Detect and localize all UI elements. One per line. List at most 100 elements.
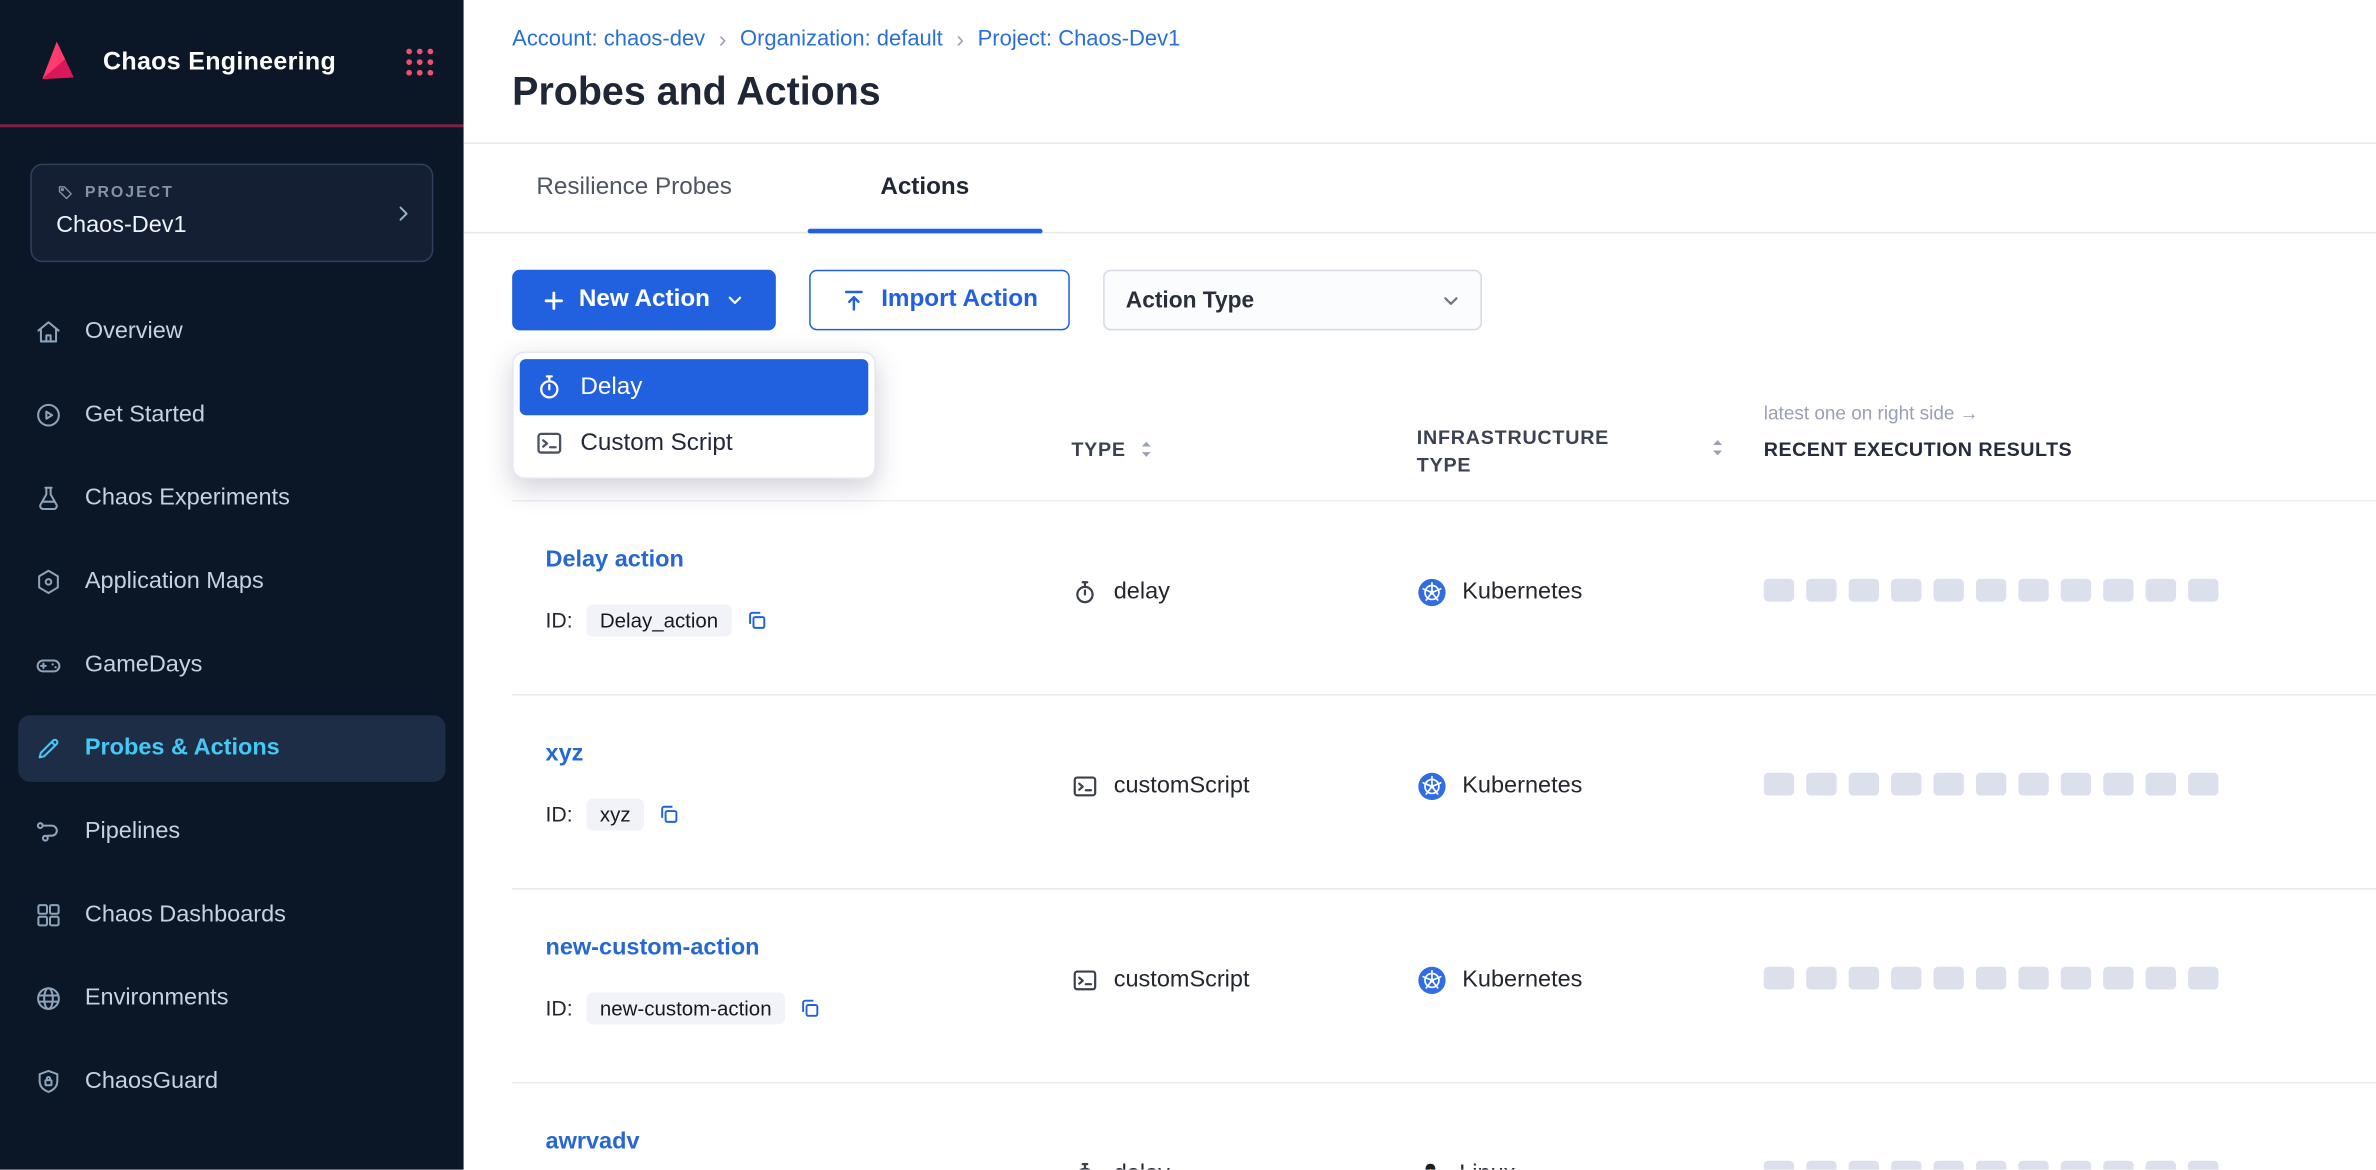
- execution-result-slot: [2061, 579, 2091, 602]
- action-name-link[interactable]: new-custom-action: [546, 933, 760, 962]
- action-name-link[interactable]: Delay action: [546, 546, 684, 575]
- action-id-chip: xyz: [586, 798, 644, 830]
- action-id-chip: Delay_action: [586, 604, 732, 636]
- app-window: Chaos Engineering PROJECT Chaos-Dev1: [0, 0, 2376, 1170]
- tab-actions[interactable]: Actions: [808, 144, 1042, 232]
- type-value: customScript: [1114, 966, 1250, 993]
- sidebar-item-get-started[interactable]: Get Started: [18, 382, 445, 449]
- execution-result-slot: [2018, 1161, 2048, 1170]
- chevron-down-icon: [725, 291, 743, 309]
- execution-result-slot: [2146, 967, 2176, 990]
- sidebar-header: Chaos Engineering: [0, 0, 464, 127]
- copy-icon[interactable]: [658, 802, 681, 825]
- brand-title: Chaos Engineering: [103, 48, 385, 77]
- execution-result-slot: [1806, 579, 1836, 602]
- table-row: awrvadv delay Linux: [512, 1083, 2376, 1169]
- actions-table: Delay action ID: Delay_action delay Kube…: [512, 500, 2376, 1170]
- globe-icon: [33, 983, 63, 1013]
- type-cell: delay: [1071, 1155, 1170, 1170]
- chevron-down-icon: [1441, 290, 1461, 310]
- recent-execution-results: [1764, 967, 2219, 990]
- sidebar-item-gamedays[interactable]: GameDays: [18, 632, 445, 699]
- sidebar-item-label: Get Started: [85, 402, 205, 429]
- type-cell: customScript: [1071, 961, 1249, 999]
- execution-result-slot: [2188, 1161, 2218, 1170]
- sidebar-item-chaos-dashboards[interactable]: Chaos Dashboards: [18, 882, 445, 949]
- sidebar: Chaos Engineering PROJECT Chaos-Dev1: [0, 0, 464, 1170]
- action-id-row: ID: xyz: [546, 797, 681, 830]
- action-id-row: ID: new-custom-action: [546, 991, 822, 1024]
- sidebar-item-label: Pipelines: [85, 818, 180, 845]
- sidebar-item-probes-actions[interactable]: Probes & Actions: [18, 715, 445, 782]
- kubernetes-icon: [1417, 771, 1447, 801]
- column-header-infrastructure: INFRASTRUCTURE TYPE: [1417, 424, 1647, 479]
- breadcrumb-separator-icon: [719, 28, 727, 51]
- execution-result-slot: [1934, 773, 1964, 796]
- tab-resilience-probes[interactable]: Resilience Probes: [524, 144, 744, 232]
- infrastructure-value: Linux: [1459, 1160, 1515, 1170]
- table-row: new-custom-action ID: new-custom-action …: [512, 889, 2376, 1083]
- action-id-chip: new-custom-action: [586, 992, 785, 1024]
- menu-item-delay[interactable]: Delay: [520, 359, 869, 415]
- sidebar-item-overview[interactable]: Overview: [18, 299, 445, 366]
- sidebar-item-chaos-experiments[interactable]: Chaos Experiments: [18, 465, 445, 532]
- breadcrumb-project-link[interactable]: Project: Chaos-Dev1: [978, 24, 1181, 54]
- project-label: PROJECT: [85, 183, 174, 201]
- sidebar-nav: Overview Get Started Chaos Experiments A…: [0, 299, 464, 1116]
- sort-icon[interactable]: [1138, 438, 1155, 461]
- execution-result-slot: [1891, 1161, 1921, 1170]
- import-icon: [840, 287, 866, 313]
- project-name: Chaos-Dev1: [56, 212, 380, 239]
- sidebar-item-chaosguard[interactable]: ChaosGuard: [18, 1049, 445, 1116]
- play-circle-icon: [33, 400, 63, 430]
- infrastructure-cell: Kubernetes: [1417, 573, 1583, 611]
- execution-result-slot: [1849, 773, 1879, 796]
- table-row: Delay action ID: Delay_action delay Kube…: [512, 502, 2376, 696]
- app-grid-icon[interactable]: [403, 45, 436, 78]
- execution-result-slot: [1891, 967, 1921, 990]
- page-header: Account: chaos-dev Organization: default…: [464, 0, 2376, 144]
- table-row: xyz ID: xyz customScript Kubernetes: [512, 696, 2376, 890]
- sort-icon[interactable]: [1709, 436, 1726, 459]
- breadcrumb-account-link[interactable]: Account: chaos-dev: [512, 24, 705, 54]
- type-value: delay: [1114, 578, 1170, 605]
- sidebar-item-label: Environments: [85, 985, 229, 1012]
- sidebar-item-application-maps[interactable]: Application Maps: [18, 549, 445, 616]
- sidebar-item-environments[interactable]: Environments: [18, 965, 445, 1032]
- copy-icon[interactable]: [745, 608, 768, 631]
- execution-result-slot: [2188, 773, 2218, 796]
- menu-item-custom-script[interactable]: Custom Script: [520, 415, 869, 471]
- infrastructure-value: Kubernetes: [1462, 578, 1582, 605]
- tag-icon: [56, 183, 74, 201]
- execution-result-slot: [1764, 1161, 1794, 1170]
- column-header-results: RECENT EXECUTION RESULTS: [1764, 438, 2072, 461]
- id-label: ID:: [546, 996, 573, 1020]
- copy-icon[interactable]: [799, 996, 822, 1019]
- action-name-link[interactable]: awrvadv: [546, 1127, 640, 1156]
- recent-execution-results: [1764, 579, 2219, 602]
- plus-icon: [544, 290, 564, 310]
- execution-result-slot: [2061, 773, 2091, 796]
- new-action-button[interactable]: New Action: [512, 270, 775, 331]
- execution-result-slot: [1764, 967, 1794, 990]
- action-type-filter[interactable]: Action Type: [1103, 270, 1482, 331]
- execution-result-slot: [2018, 579, 2048, 602]
- execution-result-slot: [2188, 967, 2218, 990]
- execution-result-slot: [1976, 579, 2006, 602]
- terminal-icon: [1071, 966, 1098, 993]
- breadcrumb-org-link[interactable]: Organization: default: [740, 24, 943, 54]
- execution-result-slot: [2103, 773, 2133, 796]
- project-selector[interactable]: PROJECT Chaos-Dev1: [30, 164, 433, 262]
- execution-result-slot: [1806, 1161, 1836, 1170]
- execution-result-slot: [1976, 773, 2006, 796]
- action-name-link[interactable]: xyz: [546, 739, 584, 768]
- sidebar-item-label: Chaos Dashboards: [85, 902, 286, 929]
- execution-result-slot: [2061, 1161, 2091, 1170]
- breadcrumb-separator-icon: [956, 28, 964, 51]
- sidebar-item-pipelines[interactable]: Pipelines: [18, 799, 445, 866]
- linux-icon: [1417, 1160, 1444, 1170]
- import-action-button[interactable]: Import Action: [808, 270, 1069, 331]
- sidebar-item-label: ChaosGuard: [85, 1068, 218, 1095]
- execution-result-slot: [1891, 579, 1921, 602]
- execution-result-slot: [2018, 773, 2048, 796]
